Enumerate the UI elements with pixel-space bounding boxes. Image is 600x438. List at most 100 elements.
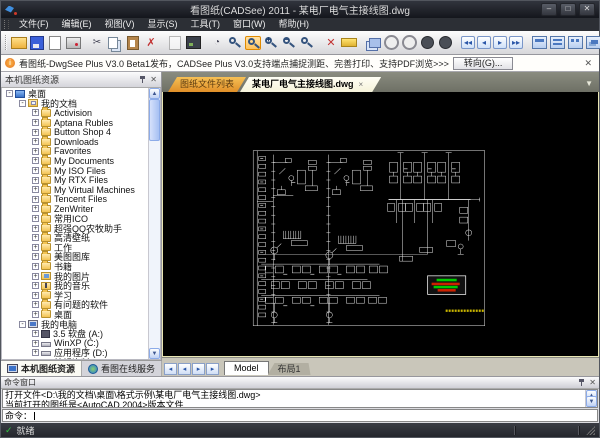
tree-item-My Documents[interactable]: +My Documents <box>4 156 148 166</box>
tree-expander-icon[interactable]: + <box>32 292 39 299</box>
prev-layout-icon[interactable]: ◂ <box>178 363 191 375</box>
document-tab-图纸文件列表[interactable]: 图纸文件列表 <box>168 77 246 92</box>
next-drawing-icon[interactable]: ▸ <box>493 36 507 49</box>
panel-close-icon[interactable]: ✕ <box>150 75 157 84</box>
menu-item-3[interactable]: 显示(S) <box>142 18 184 31</box>
tree-expander-icon[interactable]: - <box>6 90 13 97</box>
command-close-icon[interactable]: ✕ <box>589 378 596 387</box>
prev-drawing-icon[interactable]: ◂ <box>477 36 491 49</box>
ruler-icon[interactable] <box>341 36 357 50</box>
tree-expander-icon[interactable]: + <box>32 215 39 222</box>
tree-item-My Virtual Machines[interactable]: +My Virtual Machines <box>4 185 148 195</box>
menu-item-4[interactable]: 工具(T) <box>185 18 227 31</box>
tree-expander-icon[interactable]: + <box>32 205 39 212</box>
scroll-up-icon[interactable]: ▲ <box>149 88 160 99</box>
tree-expander-icon[interactable]: + <box>32 234 39 241</box>
zoom-in-icon[interactable]: + <box>263 36 279 50</box>
zoom-dynamic-icon[interactable] <box>245 36 261 50</box>
tree-expander-icon[interactable]: + <box>32 157 39 164</box>
tree-expander-icon[interactable]: + <box>32 244 39 251</box>
zoom-extents-icon[interactable] <box>299 36 315 50</box>
tree-expander-icon[interactable]: + <box>32 186 39 193</box>
tree-expander-icon[interactable]: + <box>32 148 39 155</box>
document-tab-某电厂电气主接线图.dwg[interactable]: 某电厂电气主接线图.dwg× <box>240 77 381 92</box>
layers-icon[interactable] <box>365 36 381 50</box>
minimize-button[interactable]: – <box>541 3 557 16</box>
tree-scrollbar[interactable]: ▲ ▼ <box>148 88 160 359</box>
close-button[interactable]: ✕ <box>579 3 595 16</box>
tree-item-编辑资料 (E:)[interactable]: +编辑资料 (E:) <box>4 358 148 360</box>
command-scroll-down-icon[interactable]: ▼ <box>586 396 597 407</box>
pin-icon[interactable] <box>139 75 147 83</box>
tree-item-Favorites[interactable]: +Favorites <box>4 147 148 157</box>
cut-icon[interactable]: ✂ <box>89 36 105 50</box>
last-drawing-icon[interactable]: ▸▸ <box>509 36 523 49</box>
cascade-icon[interactable] <box>585 36 600 50</box>
tab-close-icon[interactable]: × <box>359 80 364 89</box>
open-icon[interactable] <box>11 36 27 50</box>
new-window-icon[interactable] <box>531 36 547 50</box>
resize-grip[interactable] <box>585 425 595 435</box>
goto-button[interactable]: 转向(G)... <box>453 57 514 70</box>
copy-icon[interactable] <box>107 36 123 50</box>
layout-tab-布局1[interactable]: 布局1 <box>268 363 311 375</box>
zoom-previous-icon[interactable]: ◔ <box>209 36 225 50</box>
tree-expander-icon[interactable]: + <box>32 263 39 270</box>
tree-expander-icon[interactable]: + <box>32 225 39 232</box>
tree-expander-icon[interactable]: + <box>32 359 39 360</box>
scroll-down-icon[interactable]: ▼ <box>149 348 160 359</box>
zoom-out-icon[interactable]: − <box>281 36 297 50</box>
notification-close-icon[interactable]: ✕ <box>581 58 595 69</box>
layer-on-icon[interactable] <box>383 36 399 50</box>
tree-expander-icon[interactable]: + <box>32 138 39 145</box>
tree-item-Activision[interactable]: +Activision <box>4 108 148 118</box>
tile-vertical-icon[interactable] <box>567 36 583 50</box>
tree-expander-icon[interactable]: + <box>32 311 39 318</box>
tile-horizontal-icon[interactable] <box>549 36 565 50</box>
tree-item-Button Shop 4[interactable]: +Button Shop 4 <box>4 127 148 137</box>
tree-expander-icon[interactable]: + <box>32 282 39 289</box>
layer-freeze-icon[interactable] <box>401 36 417 50</box>
layer-off-icon[interactable] <box>419 36 435 50</box>
cad-canvas[interactable] <box>162 92 599 357</box>
menu-item-0[interactable]: 文件(F) <box>13 18 55 31</box>
command-pin-icon[interactable] <box>578 378 586 386</box>
image-icon[interactable] <box>185 36 201 50</box>
tree-item-我的音乐[interactable]: +我的音乐 <box>4 281 148 291</box>
menu-item-2[interactable]: 视图(V) <box>99 18 141 31</box>
tree-expander-icon[interactable]: + <box>32 196 39 203</box>
properties-icon[interactable] <box>167 36 183 50</box>
command-input[interactable]: 命令： <box>2 409 598 422</box>
measure-icon[interactable]: ✕ <box>323 36 339 50</box>
menu-item-5[interactable]: 窗口(W) <box>227 18 272 31</box>
first-layout-icon[interactable]: ◂ <box>164 363 177 375</box>
save-icon[interactable] <box>29 36 45 50</box>
tree-item-My ISO Files[interactable]: +My ISO Files <box>4 166 148 176</box>
tree-expander-icon[interactable]: + <box>32 167 39 174</box>
panel-tab-本机图纸资源[interactable]: 本机图纸资源 <box>1 361 82 376</box>
tree-item-My RTX Files[interactable]: +My RTX Files <box>4 175 148 185</box>
tree-expander-icon[interactable]: + <box>32 129 39 136</box>
tree-item-高清壁纸[interactable]: +高清壁纸 <box>4 233 148 243</box>
tree-expander-icon[interactable]: + <box>32 177 39 184</box>
layer-lock-icon[interactable] <box>437 36 453 50</box>
maximize-button[interactable]: □ <box>560 3 576 16</box>
menu-item-6[interactable]: 帮助(H) <box>273 18 316 31</box>
next-layout-icon[interactable]: ▸ <box>192 363 205 375</box>
print-icon[interactable] <box>65 36 81 50</box>
tree-expander-icon[interactable]: + <box>32 340 39 347</box>
menu-item-1[interactable]: 编辑(E) <box>56 18 98 31</box>
panel-tab-看图在线服务[interactable]: 看图在线服务 <box>82 361 162 376</box>
tab-list-dropdown-icon[interactable]: ▼ <box>585 79 595 88</box>
tree-expander-icon[interactable]: + <box>32 301 39 308</box>
command-history[interactable]: 打开文件<D:\我的文档\桌面\格式示例\某电厂电气主接线图.dwg>当前打开的… <box>2 389 598 408</box>
tree-item-我的文档[interactable]: -我的文档 <box>4 99 148 109</box>
tree-item-美图图库[interactable]: +美图图库 <box>4 252 148 262</box>
print-preview-icon[interactable] <box>47 36 63 50</box>
paste-icon[interactable] <box>125 36 141 50</box>
tree-item-Tencent Files[interactable]: +Tencent Files <box>4 195 148 205</box>
delete-icon[interactable]: ✗ <box>143 36 159 50</box>
zoom-window-icon[interactable] <box>227 36 243 50</box>
tree-item-3.5 软盘 (A:)[interactable]: +3.5 软盘 (A:) <box>4 329 148 339</box>
tree-expander-icon[interactable]: + <box>32 109 39 116</box>
